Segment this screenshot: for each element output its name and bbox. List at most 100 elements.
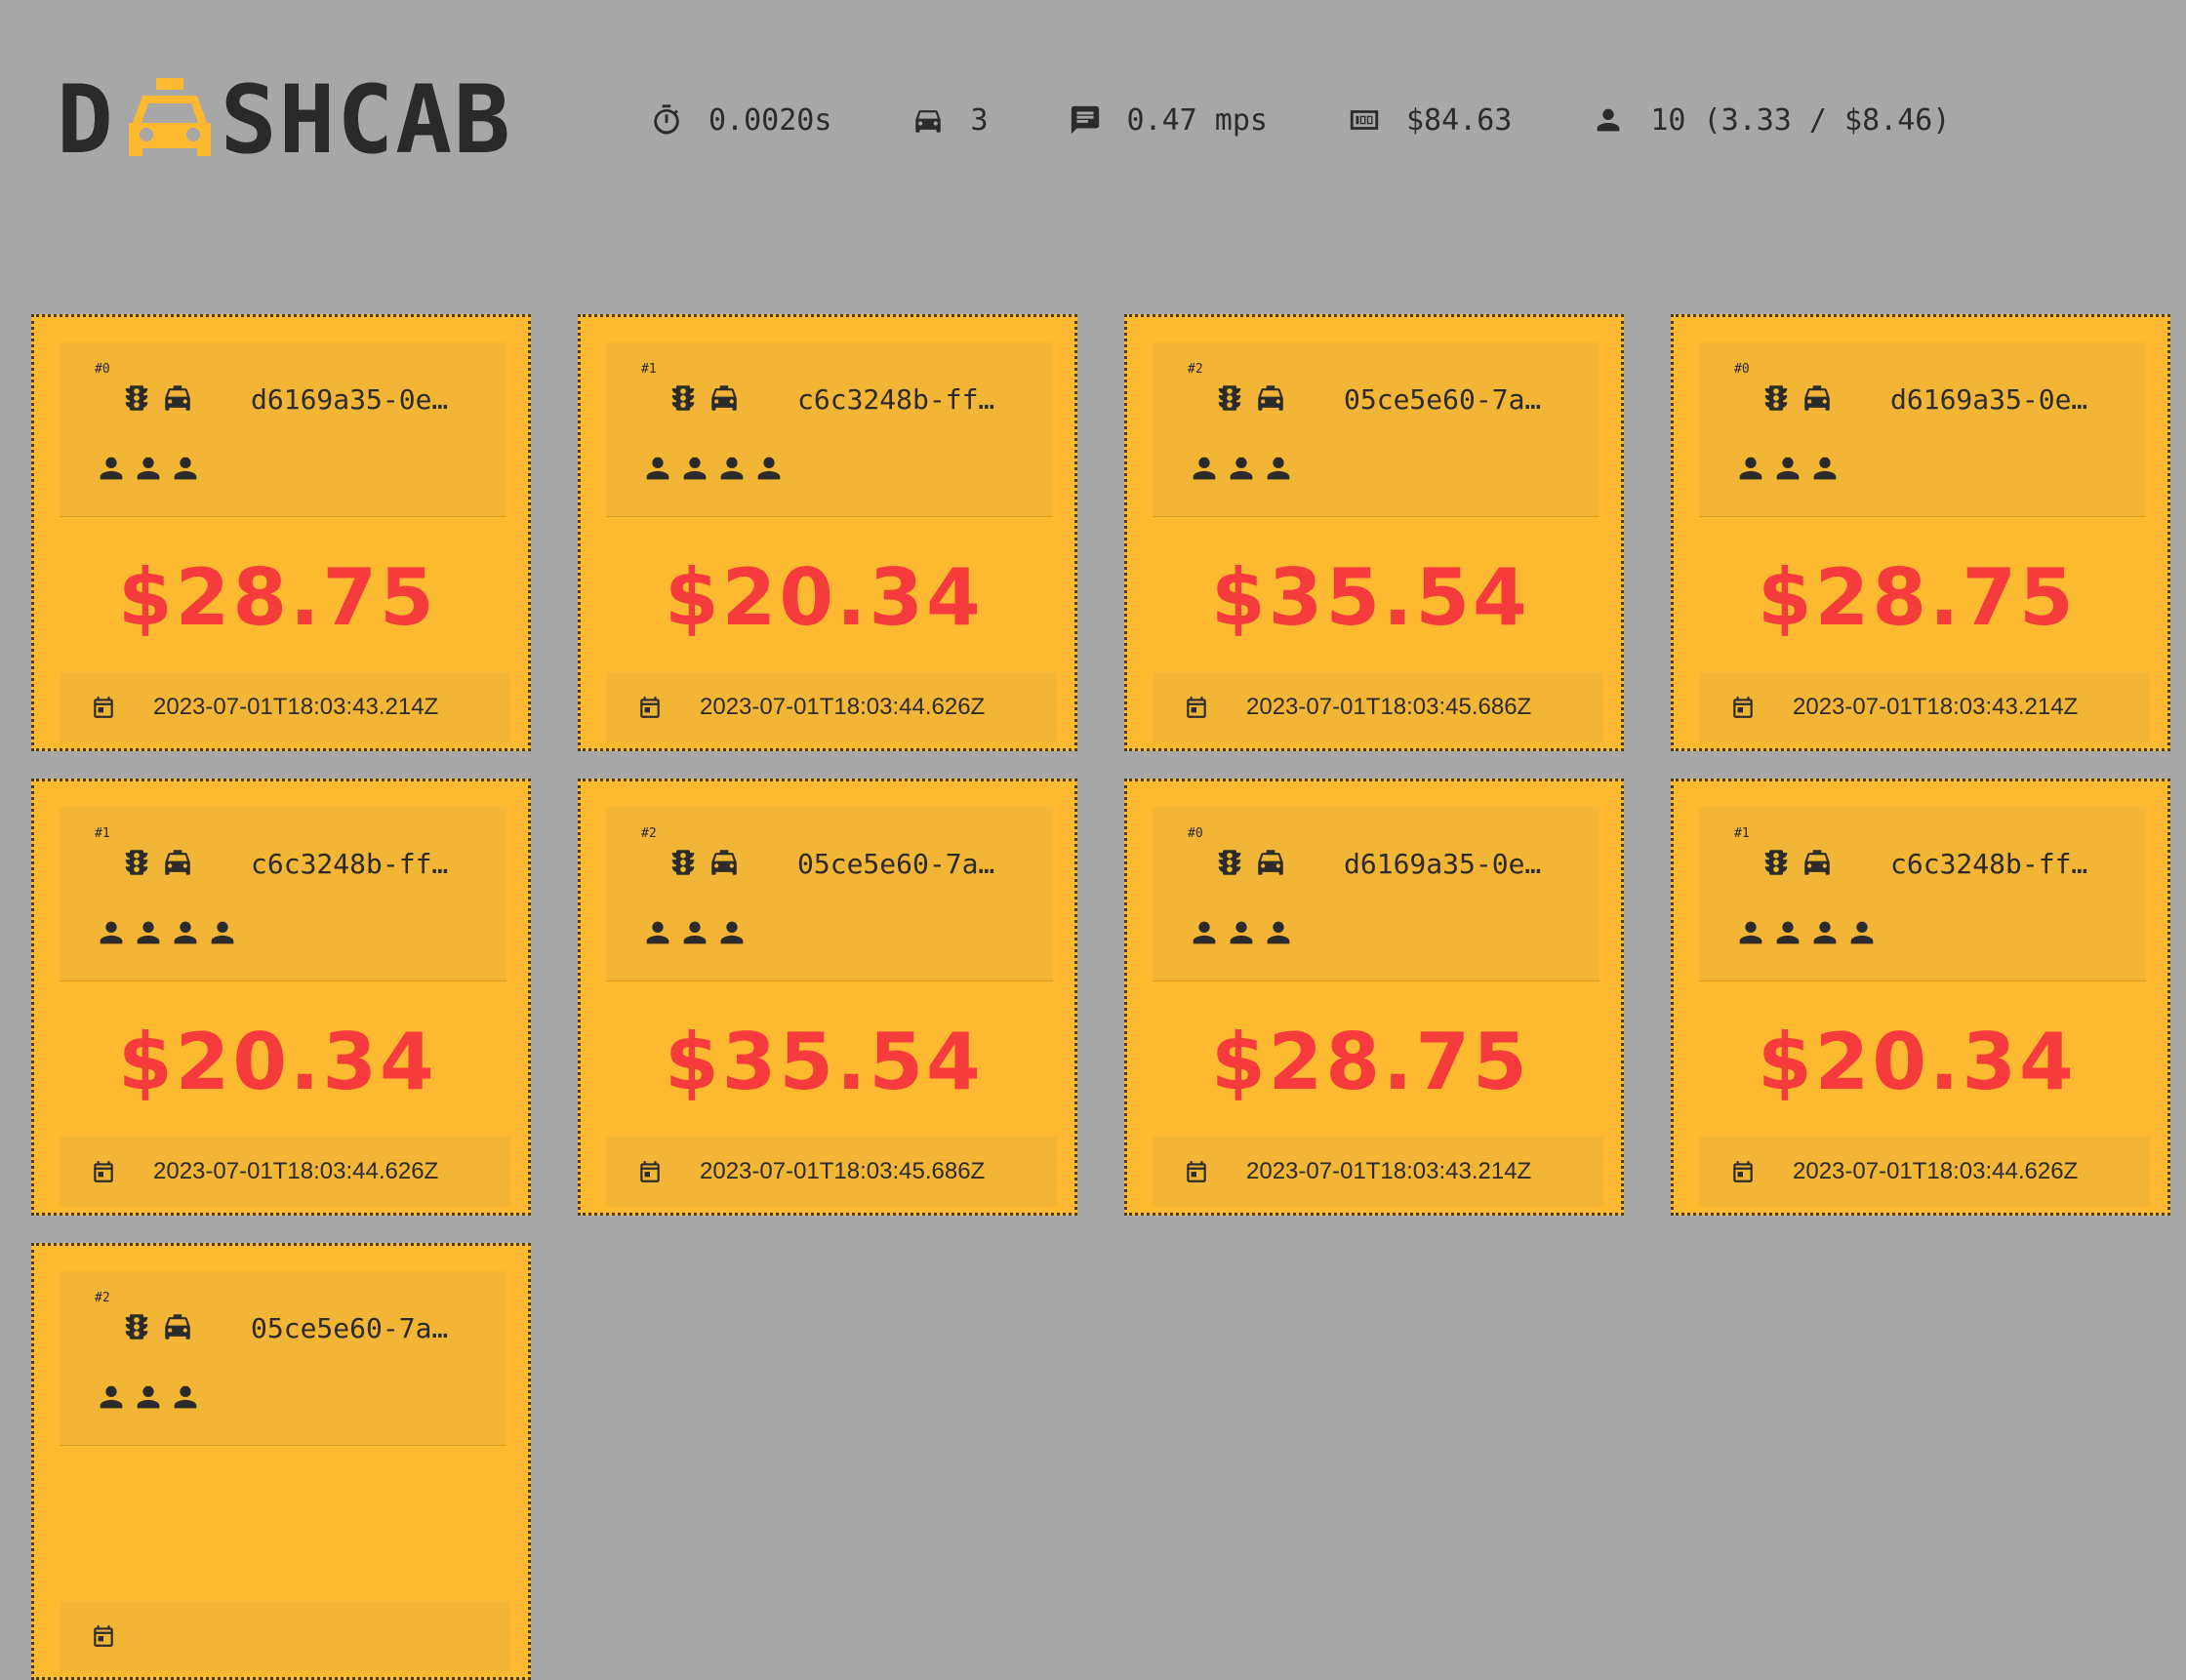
ride-card-header: #2 05ce5e60-7a…	[606, 807, 1053, 981]
ride-status-icons	[667, 846, 749, 879]
ride-card[interactable]: #1 c6c3248b-ff… $20.34 2023-07-01T18:03:…	[31, 779, 531, 1216]
person-icon	[174, 1385, 197, 1409]
stat-cars-value: 3	[970, 102, 989, 138]
ride-card-header: #0 d6169a35-0e…	[1153, 807, 1599, 981]
ride-status-icons	[120, 381, 202, 415]
person-icon	[757, 457, 781, 480]
traffic-light-icon	[1218, 850, 1241, 875]
dashcab-logo[interactable]: D SHCAB	[57, 65, 564, 175]
ride-timestamp: 2023-07-01T18:03:43.214Z	[1246, 1158, 1532, 1184]
ride-price: $20.34	[118, 1017, 437, 1107]
ride-id: d6169a35-0e…	[251, 383, 449, 416]
person-icon	[720, 921, 744, 944]
taxi-icon	[1258, 850, 1283, 875]
taxi-icon	[165, 1314, 190, 1340]
logo-text-left: D	[57, 65, 115, 175]
ride-price: $35.54	[665, 1017, 984, 1107]
ride-card-header: #1 c6c3248b-ff…	[606, 342, 1053, 517]
person-icon	[1598, 108, 1620, 132]
ride-id: c6c3248b-ff…	[1890, 848, 2088, 880]
stat-passengers-value: 10 (3.33 / $8.46)	[1650, 102, 1951, 138]
passenger-icons	[95, 916, 243, 949]
ride-price: $20.34	[1758, 1017, 2077, 1107]
ride-price: $20.34	[665, 552, 984, 643]
ride-index: #2	[1188, 362, 1203, 377]
ride-price: $28.75	[118, 552, 437, 643]
person-icon	[683, 921, 707, 944]
passenger-icons	[1188, 916, 1299, 949]
person-icon	[174, 921, 197, 944]
ride-id: 05ce5e60-7a…	[1344, 383, 1542, 416]
taxi-icon	[711, 385, 737, 411]
stat-revenue: $84.63	[1348, 103, 1512, 138]
ride-card-footer	[60, 1601, 510, 1671]
ride-status-icons	[1760, 381, 1842, 415]
traffic-light-icon	[671, 850, 695, 875]
ride-card[interactable]: #2 05ce5e60-7a…	[31, 1243, 531, 1680]
person-icon	[1193, 921, 1216, 944]
ride-card[interactable]: #1 c6c3248b-ff… $20.34 2023-07-01T18:03:…	[1671, 779, 2170, 1216]
ride-status-icons	[1760, 846, 1842, 879]
person-icon	[174, 457, 197, 480]
passenger-icons	[95, 1380, 206, 1414]
ride-timestamp: 2023-07-01T18:03:44.626Z	[700, 694, 986, 720]
traffic-light-icon	[671, 385, 695, 411]
logo-text-right: SHCAB	[220, 65, 512, 175]
ride-card-header: #0 d6169a35-0e…	[1699, 342, 2146, 517]
person-icon	[1739, 457, 1762, 480]
ride-index: #0	[1188, 826, 1203, 841]
ride-card[interactable]: #0 d6169a35-0e… $28.75 2023-07-01T18:03:…	[1671, 314, 2170, 751]
stats-bar: 0.0020s 3 0.47 mps $84.63 10 (3.33 / $8.…	[650, 98, 2030, 142]
taxi-icon	[711, 850, 737, 875]
ride-index: #0	[1734, 362, 1750, 377]
passenger-icons	[641, 916, 752, 949]
ride-status-icons	[120, 1310, 202, 1343]
person-icon	[683, 457, 707, 480]
stat-cars: 3	[911, 102, 989, 138]
ride-timestamp: 2023-07-01T18:03:45.686Z	[700, 1158, 986, 1184]
taxi-icon	[1804, 850, 1830, 875]
timer-icon	[654, 104, 679, 135]
ride-id: d6169a35-0e…	[1890, 383, 2088, 416]
ride-card[interactable]: #0 d6169a35-0e… $28.75 2023-07-01T18:03:…	[31, 314, 531, 751]
money-icon	[1350, 110, 1379, 130]
ride-id: c6c3248b-ff…	[251, 848, 449, 880]
calendar-icon	[94, 1625, 113, 1647]
person-icon	[720, 457, 744, 480]
ride-id: d6169a35-0e…	[1344, 848, 1542, 880]
ride-id: 05ce5e60-7a…	[797, 848, 995, 880]
passenger-icons	[95, 452, 206, 485]
ride-card-header: #1 c6c3248b-ff…	[1699, 807, 2146, 981]
taxi-icon	[165, 385, 190, 411]
ride-timestamp: 2023-07-01T18:03:44.626Z	[153, 1158, 439, 1184]
calendar-icon	[94, 1161, 113, 1182]
ride-timestamp: 2023-07-01T18:03:45.686Z	[1246, 694, 1532, 720]
ride-card[interactable]: #0 d6169a35-0e… $28.75 2023-07-01T18:03:…	[1124, 779, 1624, 1216]
ride-price: $28.75	[1211, 1017, 1530, 1107]
ride-card[interactable]: #2 05ce5e60-7a… $35.54 2023-07-01T18:03:…	[578, 779, 1077, 1216]
ride-card[interactable]: #2 05ce5e60-7a… $35.54 2023-07-01T18:03:…	[1124, 314, 1624, 751]
ride-card-footer: 2023-07-01T18:03:44.626Z	[60, 1137, 510, 1207]
ride-grid: #0 d6169a35-0e… $28.75 2023-07-01T18:03:…	[31, 314, 2170, 1680]
passenger-icons	[641, 452, 789, 485]
stat-revenue-value: $84.63	[1406, 102, 1513, 138]
ride-card-footer: 2023-07-01T18:03:43.214Z	[1699, 672, 2150, 742]
traffic-light-icon	[1218, 385, 1241, 411]
ride-card-header: #1 c6c3248b-ff…	[60, 807, 506, 981]
ride-card[interactable]: #1 c6c3248b-ff… $20.34 2023-07-01T18:03:…	[578, 314, 1077, 751]
person-icon	[1813, 457, 1837, 480]
person-icon	[137, 457, 160, 480]
ride-card-footer: 2023-07-01T18:03:44.626Z	[606, 672, 1057, 742]
person-icon	[1776, 921, 1800, 944]
ride-status-icons	[1213, 381, 1295, 415]
ride-card-footer: 2023-07-01T18:03:44.626Z	[1699, 1137, 2150, 1207]
person-icon	[1230, 457, 1253, 480]
calendar-icon	[1187, 697, 1206, 718]
message-icon	[1071, 105, 1099, 135]
person-icon	[1850, 921, 1874, 944]
calendar-icon	[1733, 697, 1753, 718]
ride-index: #2	[95, 1291, 110, 1305]
ride-card-footer: 2023-07-01T18:03:45.686Z	[1153, 672, 1603, 742]
ride-index: #1	[641, 362, 657, 377]
person-icon	[1739, 921, 1762, 944]
